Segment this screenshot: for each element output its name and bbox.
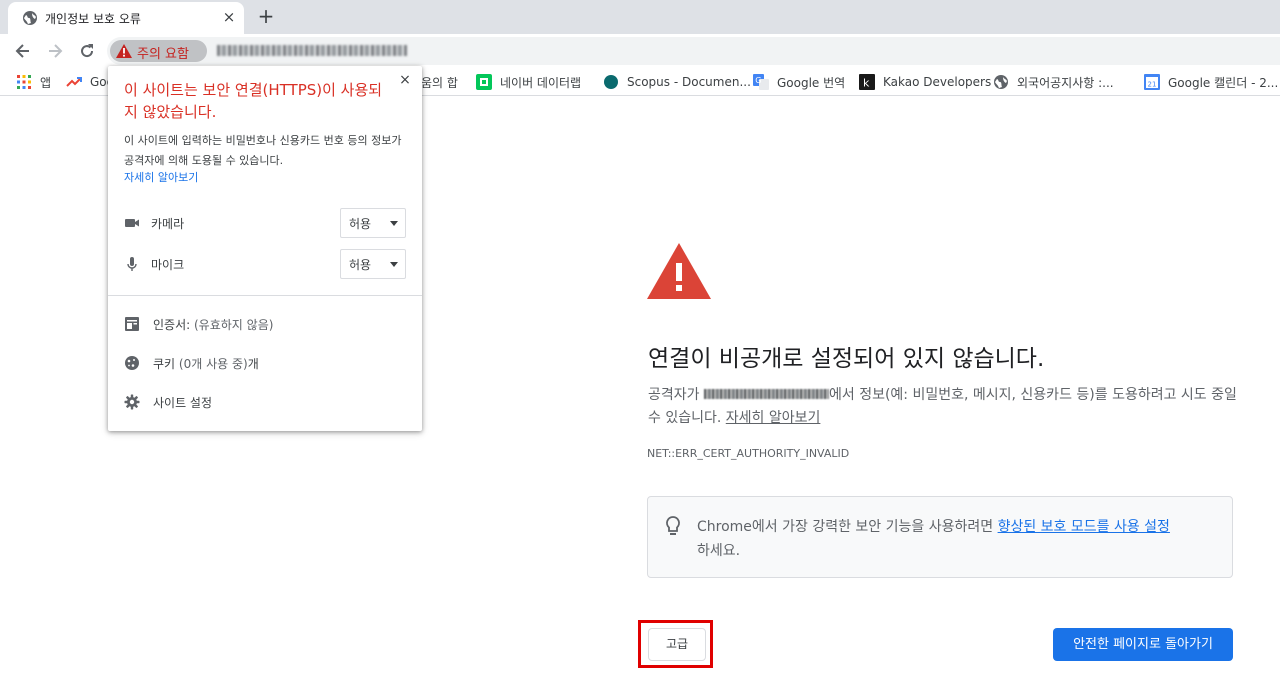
bookmark-label: 앱 xyxy=(40,75,52,90)
certificate-status: (유효하지 않음) xyxy=(194,318,274,332)
google-translate-icon: G xyxy=(753,74,769,90)
toolbar: 주의 요함 xyxy=(0,34,1280,68)
warning-triangle-icon xyxy=(647,243,711,299)
page-title: 연결이 비공개로 설정되어 있지 않습니다. xyxy=(648,346,1045,372)
globe-icon xyxy=(994,75,1008,89)
bookmark-label: 외국어공지사항 :... xyxy=(1017,75,1114,90)
tab-strip: 개인정보 보호 오류 × + xyxy=(0,0,1280,34)
certificate-row[interactable]: 인증서: (유효하지 않음) xyxy=(153,316,273,333)
learn-more-link[interactable]: 자세히 알아보기 xyxy=(726,410,821,426)
tip-prefix: Chrome에서 가장 강력한 보안 기능을 사용하려면 xyxy=(697,519,998,535)
svg-text:21: 21 xyxy=(1148,81,1157,89)
back-arrow-icon[interactable] xyxy=(13,41,33,61)
site-settings-row[interactable]: 사이트 설정 xyxy=(153,394,212,411)
address-bar[interactable]: 주의 요함 xyxy=(107,37,1280,65)
bookmark-scopus[interactable]: Scopus - Documen... xyxy=(603,72,751,92)
cookies-row[interactable]: 쿠키 (0개 사용 중)개 xyxy=(153,355,259,372)
bookmark-google-calendar[interactable]: 21 Google 캘린더 - 2... xyxy=(1144,72,1278,92)
camera-permission-value: 허용 xyxy=(349,217,372,231)
forward-arrow-icon[interactable] xyxy=(45,41,65,61)
certificate-label: 인증서: xyxy=(153,318,191,332)
bookmark-label: Scopus - Documen... xyxy=(627,75,751,89)
tab-privacy-error[interactable]: 개인정보 보호 오류 × xyxy=(8,2,244,34)
error-description: 공격자가 에서 정보(예: 비밀번호, 메시지, 신용카드 등)를 도용하려고 … xyxy=(648,384,1238,430)
certificate-icon xyxy=(125,317,139,331)
enhanced-protection-link[interactable]: 향상된 보호 모드를 사용 설정 xyxy=(998,519,1170,535)
kakao-icon: k xyxy=(859,74,875,90)
tip-suffix: 하세요. xyxy=(697,543,741,559)
bookmark-goo[interactable]: Goo xyxy=(66,72,114,92)
globe-icon xyxy=(23,11,37,25)
scopus-icon xyxy=(604,75,618,89)
error-code: NET::ERR_CERT_AUTHORITY_INVALID xyxy=(647,447,850,460)
camera-permission-label: 카메라 xyxy=(151,217,185,231)
close-icon[interactable]: × xyxy=(220,8,238,26)
desc-prefix: 공격자가 xyxy=(648,387,704,403)
popup-divider xyxy=(108,295,422,296)
close-icon[interactable]: × xyxy=(396,71,414,89)
cookie-icon xyxy=(125,356,139,370)
lightbulb-icon xyxy=(666,516,680,535)
svg-text:G: G xyxy=(755,76,761,85)
blurred-url xyxy=(217,45,407,56)
naver-datalab-icon xyxy=(476,74,492,90)
mic-icon xyxy=(127,257,137,271)
popup-learn-more-link[interactable]: 자세히 알아보기 xyxy=(124,169,198,185)
chevron-down-icon xyxy=(390,262,398,267)
tab-title: 개인정보 보호 오류 xyxy=(45,12,141,26)
tip-text: Chrome에서 가장 강력한 보안 기능을 사용하려면 향상된 보호 모드를 … xyxy=(697,515,1227,563)
bookmark-naver-datalab[interactable]: 네이버 데이터랩 xyxy=(476,72,581,92)
camera-permission-select[interactable]: 허용 xyxy=(340,208,406,238)
mic-permission-label: 마이크 xyxy=(151,258,185,272)
bookmark-partial[interactable]: 움의 합 xyxy=(421,72,458,92)
security-chip[interactable]: 주의 요함 xyxy=(110,40,207,62)
enhanced-protection-tip: Chrome에서 가장 강력한 보안 기능을 사용하려면 향상된 보호 모드를 … xyxy=(647,496,1233,578)
blurred-hostname xyxy=(703,388,829,399)
camera-icon xyxy=(125,219,139,227)
bookmark-label: Google 번역 xyxy=(777,75,846,90)
apps-grid-icon xyxy=(17,75,31,89)
bookmark-label: 움의 합 xyxy=(421,75,458,90)
bookmark-label: 네이버 데이터랩 xyxy=(500,75,582,90)
popup-body: 이 사이트에 입력하는 비밀번호나 신용카드 번호 등의 정보가 공격자에 의해… xyxy=(124,134,402,167)
cookies-detail: (0개 사용 중) xyxy=(178,357,248,371)
chevron-down-icon xyxy=(390,221,398,226)
bookmark-label: Kakao Developers xyxy=(883,75,992,89)
new-tab-button[interactable]: + xyxy=(256,5,276,27)
popup-title: 이 사이트는 보안 연결(HTTPS)이 사용되지 않았습니다. xyxy=(124,81,383,121)
mic-permission-select[interactable]: 허용 xyxy=(340,249,406,279)
security-chip-label: 주의 요함 xyxy=(137,47,189,62)
google-calendar-icon: 21 xyxy=(1144,74,1160,90)
trending-icon xyxy=(66,77,82,87)
bookmark-label: Google 캘린더 - 2... xyxy=(1168,75,1279,90)
bookmark-foreign-notice[interactable]: 외국어공지사항 :... xyxy=(993,72,1114,92)
mic-permission-value: 허용 xyxy=(349,258,372,272)
page-info-popup: × 이 사이트는 보안 연결(HTTPS)이 사용되지 않았습니다. 이 사이트… xyxy=(108,66,422,431)
bookmark-apps[interactable]: 앱 xyxy=(16,72,51,92)
cookies-label: 쿠키 xyxy=(153,357,176,371)
back-to-safety-button[interactable]: 안전한 페이지로 돌아가기 xyxy=(1053,628,1233,661)
bookmark-google-translate[interactable]: G Google 번역 xyxy=(753,72,845,92)
cookies-suffix: 개 xyxy=(247,357,259,371)
svg-text:k: k xyxy=(863,77,870,90)
gear-icon xyxy=(124,394,140,410)
reload-icon[interactable] xyxy=(77,41,97,61)
bookmark-kakao-developers[interactable]: k Kakao Developers xyxy=(859,72,991,92)
annotation-highlight-box xyxy=(638,620,713,668)
warning-icon xyxy=(116,44,132,58)
